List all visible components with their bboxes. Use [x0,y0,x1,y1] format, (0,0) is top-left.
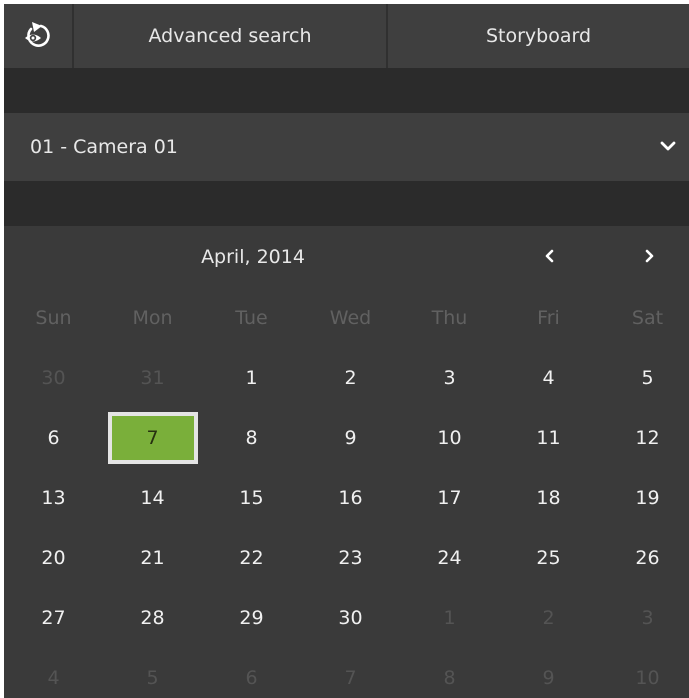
weekday-wed: Wed [329,307,372,329]
day-cell[interactable]: 24 [400,528,499,588]
top-toolbar: Advanced search Storyboard [4,4,689,68]
day-cell-other-month[interactable]: 9 [499,648,598,698]
day-cell[interactable]: 21 [103,528,202,588]
storyboard-tab[interactable]: Storyboard [388,4,689,68]
advanced-search-tab[interactable]: Advanced search [74,4,386,68]
chevron-down-icon [660,141,676,151]
back-button[interactable] [4,4,72,68]
day-cell-selected[interactable]: 7 [103,408,202,468]
day-cell[interactable]: 5 [598,348,689,408]
weekday-mon: Mon [132,307,173,329]
spacer-band [4,181,689,226]
next-month-button[interactable] [634,241,664,271]
calendar: April, 2014 Sun Mon Tue Wed Thu Fri Sat … [4,226,689,698]
camera-select[interactable]: 01 - Camera 01 [4,113,689,181]
day-cell[interactable]: 15 [202,468,301,528]
day-cell[interactable]: 18 [499,468,598,528]
day-cell[interactable]: 12 [598,408,689,468]
day-cell[interactable]: 13 [4,468,103,528]
day-cell[interactable]: 4 [499,348,598,408]
day-cell[interactable]: 3 [400,348,499,408]
camera-select-value: 01 - Camera 01 [30,136,178,158]
day-cell[interactable]: 23 [301,528,400,588]
day-cell[interactable]: 27 [4,588,103,648]
weekday-sat: Sat [631,307,664,329]
day-cell-other-month[interactable]: 6 [202,648,301,698]
selected-day-highlight: 7 [107,412,198,464]
chevron-left-icon [545,249,554,263]
day-cell-other-month[interactable]: 3 [598,588,689,648]
day-cell[interactable]: 14 [103,468,202,528]
spacer-band [4,68,689,113]
day-cell[interactable]: 2 [301,348,400,408]
day-cell[interactable]: 30 [301,588,400,648]
day-cell[interactable]: 8 [202,408,301,468]
calendar-app: Advanced search Storyboard 01 - Camera 0… [4,4,689,698]
day-cell[interactable]: 10 [400,408,499,468]
eye-return-icon [25,22,50,47]
weekday-fri: Fri [537,307,560,329]
day-cell[interactable]: 16 [301,468,400,528]
day-cell[interactable]: 6 [4,408,103,468]
day-cell[interactable]: 9 [301,408,400,468]
day-cell-other-month[interactable]: 2 [499,588,598,648]
day-cell-other-month[interactable]: 5 [103,648,202,698]
weekday-thu: Thu [431,307,468,329]
weekday-sun: Sun [35,307,72,329]
day-cell[interactable]: 20 [4,528,103,588]
day-cell-other-month[interactable]: 30 [4,348,103,408]
day-cell[interactable]: 19 [598,468,689,528]
day-cell[interactable]: 1 [202,348,301,408]
day-cell[interactable]: 25 [499,528,598,588]
day-cell-other-month[interactable]: 10 [598,648,689,698]
day-cell[interactable]: 22 [202,528,301,588]
day-cell[interactable]: 11 [499,408,598,468]
day-cell-other-month[interactable]: 4 [4,648,103,698]
weekday-tue: Tue [235,307,268,329]
day-cell[interactable]: 29 [202,588,301,648]
day-cell[interactable]: 26 [598,528,689,588]
day-cell-other-month[interactable]: 1 [400,588,499,648]
day-cell[interactable]: 17 [400,468,499,528]
day-cell[interactable]: 28 [103,588,202,648]
day-cell-other-month[interactable]: 31 [103,348,202,408]
day-cell-other-month[interactable]: 8 [400,648,499,698]
month-label: April, 2014 [201,246,305,268]
prev-month-button[interactable] [535,241,565,271]
chevron-right-icon [645,249,654,263]
day-cell-other-month[interactable]: 7 [301,648,400,698]
